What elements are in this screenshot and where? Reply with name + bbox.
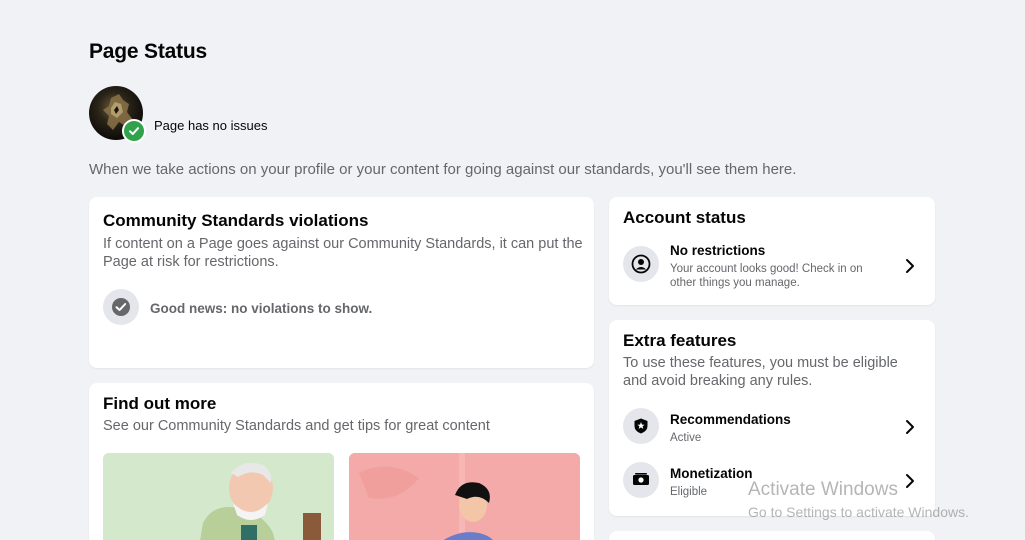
- extra-features-subtitle: To use these features, you must be eligi…: [623, 355, 898, 389]
- violations-card: Community Standards violations If conten…: [89, 197, 594, 368]
- activate-windows-title: Activate Windows: [748, 479, 898, 500]
- chevron-right-icon: [906, 420, 914, 434]
- account-status-card: Account status No restrictions Your acco…: [609, 197, 935, 305]
- shield-star-icon: [634, 418, 648, 434]
- chevron-right-icon: [906, 259, 914, 273]
- activate-windows-subtitle[interactable]: Go to Settings to activate Windows.: [748, 504, 969, 520]
- page-status-text: Page has no issues: [154, 118, 268, 133]
- monetization-label: Monetization: [670, 466, 753, 481]
- page-description: When we take actions on your profile or …: [89, 161, 797, 178]
- violations-subtitle: If content on a Page goes against our Co…: [103, 236, 583, 270]
- recommendations-label: Recommendations: [670, 412, 791, 427]
- find-out-more-card: Find out more See our Community Standard…: [89, 383, 594, 540]
- user-circle-icon: [631, 254, 651, 274]
- violations-title: Community Standards violations: [103, 211, 369, 230]
- community-standards-illustration[interactable]: [103, 453, 334, 540]
- next-card-partial: [609, 531, 935, 540]
- account-status-row-sub: Your account looks good! Check in on oth…: [670, 263, 863, 289]
- chevron-right-icon: [906, 474, 914, 488]
- account-status-title: Account status: [623, 208, 746, 227]
- content-tips-illustration[interactable]: [349, 453, 580, 540]
- extra-feature-recommendations[interactable]: Recommendations Active: [609, 402, 935, 452]
- check-circle-icon: [112, 298, 130, 316]
- recommendations-status: Active: [670, 432, 702, 444]
- account-status-row[interactable]: No restrictions Your account looks good!…: [609, 237, 935, 295]
- find-out-more-title: Find out more: [103, 394, 217, 413]
- page-avatar[interactable]: [89, 86, 146, 143]
- violations-status-icon: [103, 289, 139, 325]
- good-news-text: Good news: no violations to show.: [150, 301, 373, 316]
- account-status-row-title: No restrictions: [670, 243, 766, 258]
- recommendations-icon-circle: [623, 408, 659, 444]
- account-status-icon-circle: [623, 246, 659, 282]
- extra-features-title: Extra features: [623, 331, 737, 350]
- money-icon: [633, 473, 649, 485]
- monetization-status: Eligible: [670, 486, 708, 498]
- find-out-more-subtitle: See our Community Standards and get tips…: [103, 418, 490, 434]
- page-title: Page Status: [89, 40, 208, 63]
- monetization-icon-circle: [623, 462, 659, 498]
- verified-check-icon: [122, 119, 146, 143]
